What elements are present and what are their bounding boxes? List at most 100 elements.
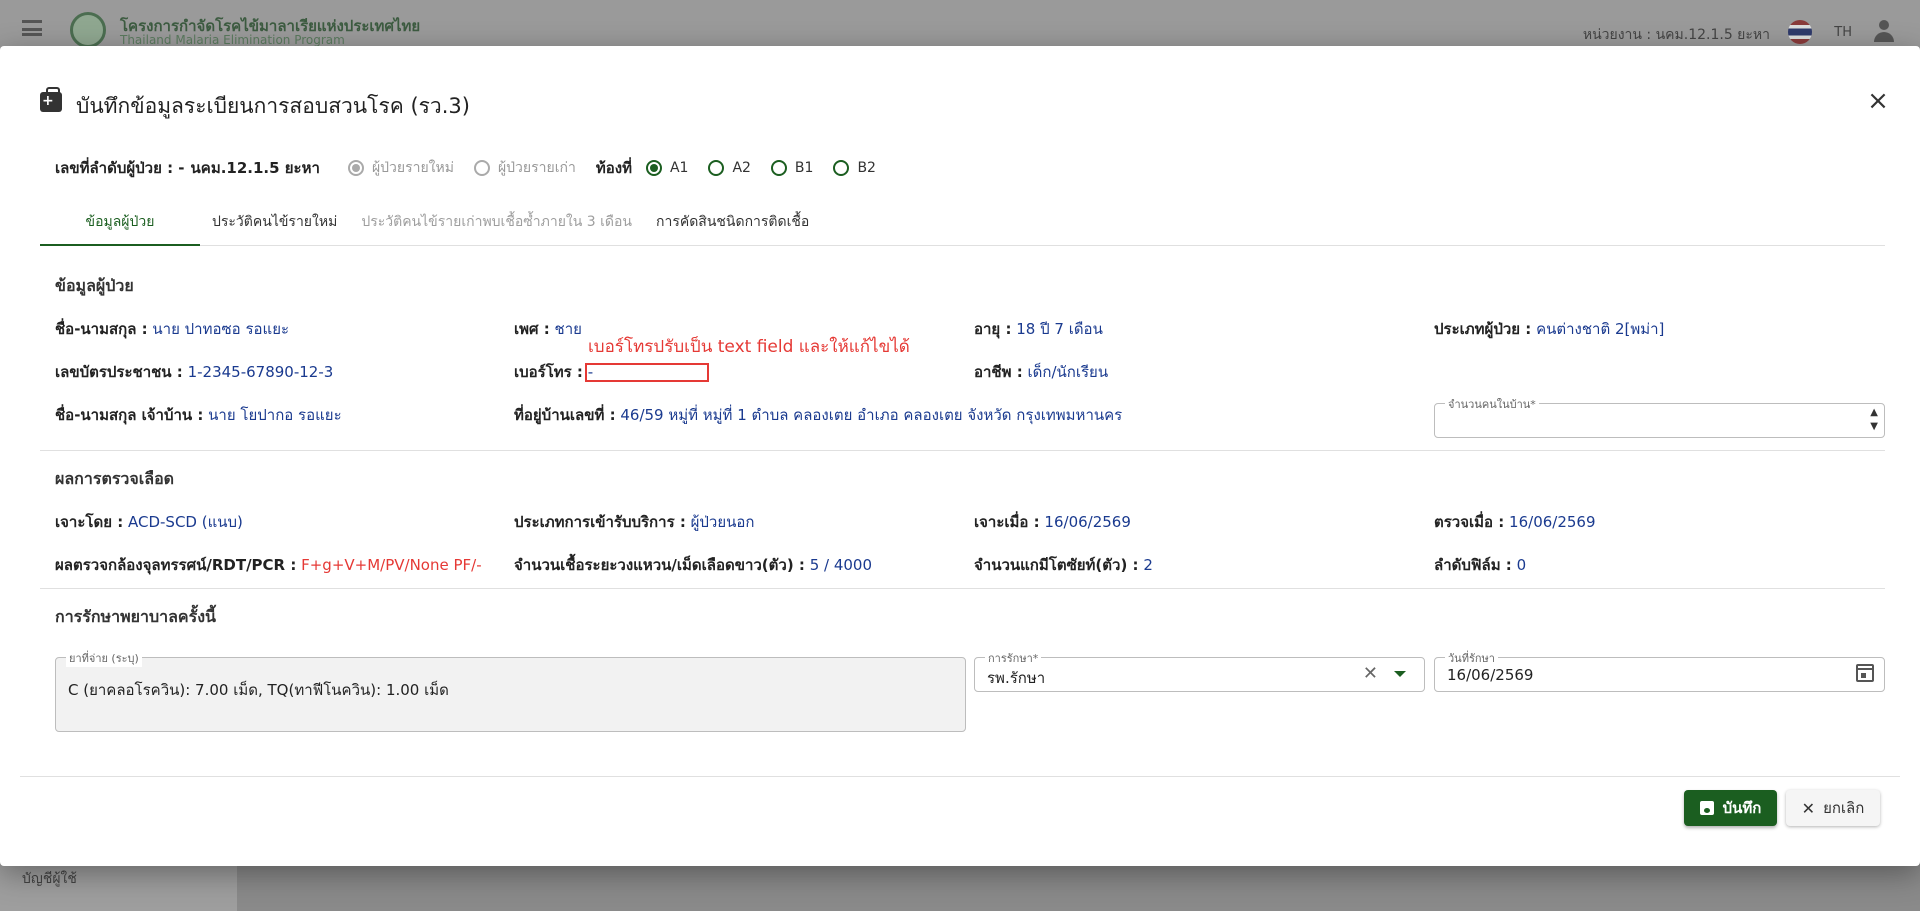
blood-drawn-date: เจาะเมื่อ : 16/06/2569 xyxy=(974,510,1131,534)
patient-no-value: นคม.12.1.5 ยะหา xyxy=(190,159,320,177)
save-button[interactable]: บันทึก xyxy=(1684,790,1777,826)
save-label: บันทึก xyxy=(1722,799,1762,817)
patient-name: ชื่อ-นามสกุล : นาย ปาทอซอ รอแยะ xyxy=(55,317,289,341)
field-label: ชื่อ-นามสกุล เจ้าบ้าน : xyxy=(55,406,204,424)
dialog-title: บันทึกข้อมูลระเบียนการสอบสวนโรค (รว.3) xyxy=(76,94,470,118)
medical-bag-icon xyxy=(40,87,62,112)
field-value: 0 xyxy=(1516,556,1527,574)
test-result: ผลตรวจกล้องจุลทรรศน์/RDT/PCR : F+g+V+M/P… xyxy=(55,553,482,577)
field-value: เด็ก/นักเรียน xyxy=(1027,363,1109,381)
field-value: 16/06/2569 xyxy=(1447,666,1534,684)
field-value: นาย ปาทอซอ รอแยะ xyxy=(152,320,290,338)
field-label: ประเภทการเข้ารับบริการ : xyxy=(514,513,686,531)
radio-room-a2[interactable]: A2 xyxy=(708,160,751,176)
field-label: การรักษา* xyxy=(985,649,1042,667)
language-label[interactable]: TH xyxy=(1834,25,1852,40)
patient-id: เลขบัตรประชาชน : 1-2345-67890-12-3 xyxy=(55,360,333,384)
cancel-label: ยกเลิก xyxy=(1823,799,1865,817)
drug-textarea[interactable]: ยาที่จ่าย (ระบุ) C (ยาคลอโรควิน): 7.00 เ… xyxy=(55,649,966,732)
field-value: 1-2345-67890-12-3 xyxy=(187,363,334,381)
field-label: ประเภทผู้ป่วย : xyxy=(1434,320,1532,338)
field-label: อาชีพ : xyxy=(974,363,1023,381)
patient-sex: เพศ : ชาย xyxy=(514,317,582,341)
household-count-input[interactable]: จำนวนคนในบ้าน* ▲ ▼ xyxy=(1434,395,1885,438)
radio-label: A1 xyxy=(669,160,689,176)
radio-dot xyxy=(473,160,490,176)
radio-dot xyxy=(347,160,364,176)
field-label: ผลตรวจกล้องจุลทรรศน์/RDT/PCR : xyxy=(55,556,297,574)
ring-count: จำนวนเชื้อระยะวงแหวน/เม็ดเลือดขาว(ตัว) :… xyxy=(514,553,872,577)
radio-new-patient[interactable]: ผู้ป่วยรายใหม่ xyxy=(347,157,454,179)
field-label: ตรวจเมื่อ : xyxy=(1434,513,1505,531)
save-icon xyxy=(1699,801,1714,815)
menu-icon[interactable] xyxy=(22,20,42,36)
radio-label: B1 xyxy=(794,160,814,176)
field-value: รพ.รักษา xyxy=(987,669,1046,687)
chevron-down-icon[interactable] xyxy=(1394,671,1406,677)
tab-bar: ข้อมูลผู้ป่วย ประวัติคนไข้รายใหม่ ประวัต… xyxy=(40,202,1885,246)
radio-dot xyxy=(708,160,725,176)
field-label: ยาที่จ่าย (ระบุ) xyxy=(66,649,142,667)
field-label: เจาะโดย : xyxy=(55,513,124,531)
thai-flag-icon[interactable] xyxy=(1788,20,1812,44)
sidebar-item-account[interactable]: บัญชีผู้ใช้ xyxy=(22,868,77,890)
field-value: 16/06/2569 xyxy=(1509,513,1596,531)
radio-dot xyxy=(833,160,850,176)
field-label: ลำดับฟิล์ม : xyxy=(1434,556,1512,574)
field-value: 16/06/2569 xyxy=(1044,513,1131,531)
tab-new-history[interactable]: ประวัติคนไข้รายใหม่ xyxy=(200,202,349,246)
tab-patient-info[interactable]: ข้อมูลผู้ป่วย xyxy=(40,202,200,246)
radio-old-patient[interactable]: ผู้ป่วยรายเก่า xyxy=(473,157,576,179)
section-blood-title: ผลการตรวจเลือด xyxy=(55,469,175,488)
user-icon[interactable] xyxy=(1874,20,1894,42)
field-value: ACD-SCD (แนบ) xyxy=(127,513,243,531)
radio-room-a1[interactable]: A1 xyxy=(645,160,689,176)
radio-dot xyxy=(770,160,787,176)
radio-label: ผู้ป่วยรายใหม่ xyxy=(371,160,454,176)
treatment-method-select[interactable]: การรักษา* รพ.รักษา ✕ xyxy=(974,649,1425,692)
annotation-note: เบอร์โทรปรับเป็น text field และให้แก้ไขไ… xyxy=(588,337,910,357)
film-number: ลำดับฟิล์ม : 0 xyxy=(1434,553,1526,577)
section-patient-title: ข้อมูลผู้ป่วย xyxy=(55,276,134,295)
field-value: 5 / 4000 xyxy=(809,556,872,574)
field-label: เจาะเมื่อ : xyxy=(974,513,1040,531)
radio-label: A2 xyxy=(732,160,751,176)
field-value: ผู้ป่วยนอก xyxy=(690,513,755,531)
room-label: ท้องที่ xyxy=(595,159,632,177)
patient-no-label: เลขที่ลำดับผู้ป่วย : - xyxy=(55,159,185,177)
blood-drawn-by: เจาะโดย : ACD-SCD (แนบ) xyxy=(55,510,243,534)
treatment-date-input[interactable]: วันที่รักษา 16/06/2569 xyxy=(1434,649,1885,692)
gametocyte-count: จำนวนแกมีโตซัยท์(ตัว) : 2 xyxy=(974,553,1153,577)
cancel-button[interactable]: ✕ ยกเลิก xyxy=(1786,790,1880,826)
stepper-icon[interactable]: ▲ ▼ xyxy=(1870,406,1878,434)
field-label: จำนวนคนในบ้าน* xyxy=(1445,395,1539,413)
close-button[interactable]: × xyxy=(1864,88,1892,116)
field-value: ชาย xyxy=(554,320,582,338)
close-icon: ✕ xyxy=(1801,798,1816,818)
radio-room-b1[interactable]: B1 xyxy=(770,160,814,176)
tab-infection-type[interactable]: การคัดสินชนิดการติดเชื้อ xyxy=(644,202,821,246)
phone-highlight-box xyxy=(585,363,709,382)
patient-job: อาชีพ : เด็ก/นักเรียน xyxy=(974,360,1108,384)
calendar-icon[interactable] xyxy=(1856,664,1874,682)
field-value: คนต่างชาติ 2[พม่า] xyxy=(1536,320,1665,338)
divider xyxy=(40,588,1885,589)
field-label: จำนวนเชื้อระยะวงแหวน/เม็ดเลือดขาว(ตัว) : xyxy=(514,556,805,574)
patient-meta-row: เลขที่ลำดับผู้ป่วย : - นคม.12.1.5 ยะหา ผ… xyxy=(55,156,896,180)
clear-icon[interactable]: ✕ xyxy=(1363,663,1378,684)
field-label: จำนวนแกมีโตซัยท์(ตัว) : xyxy=(974,556,1139,574)
radio-dot xyxy=(645,160,662,176)
divider xyxy=(40,450,1885,451)
field-label: วันที่รักษา xyxy=(1445,649,1498,667)
service-type: ประเภทการเข้ารับบริการ : ผู้ป่วยนอก xyxy=(514,510,755,534)
unit-text: หน่วยงาน : นคม.12.1.5 ยะหา xyxy=(1582,27,1770,43)
radio-room-b2[interactable]: B2 xyxy=(833,160,876,176)
house-owner: ชื่อ-นามสกุล เจ้าบ้าน : นาย โยปากอ รอแยะ xyxy=(55,403,342,427)
field-value: 2 xyxy=(1143,556,1153,574)
field-label: เลขบัตรประชาชน : xyxy=(55,363,183,381)
field-label: เบอร์โทร : xyxy=(514,363,583,381)
radio-label: B2 xyxy=(857,160,876,176)
field-label: ชื่อ-นามสกุล : xyxy=(55,320,148,338)
field-label: ที่อยู่บ้านเลขที่ : xyxy=(514,406,616,424)
patient-age: อายุ : 18 ปี 7 เดือน xyxy=(974,317,1103,341)
